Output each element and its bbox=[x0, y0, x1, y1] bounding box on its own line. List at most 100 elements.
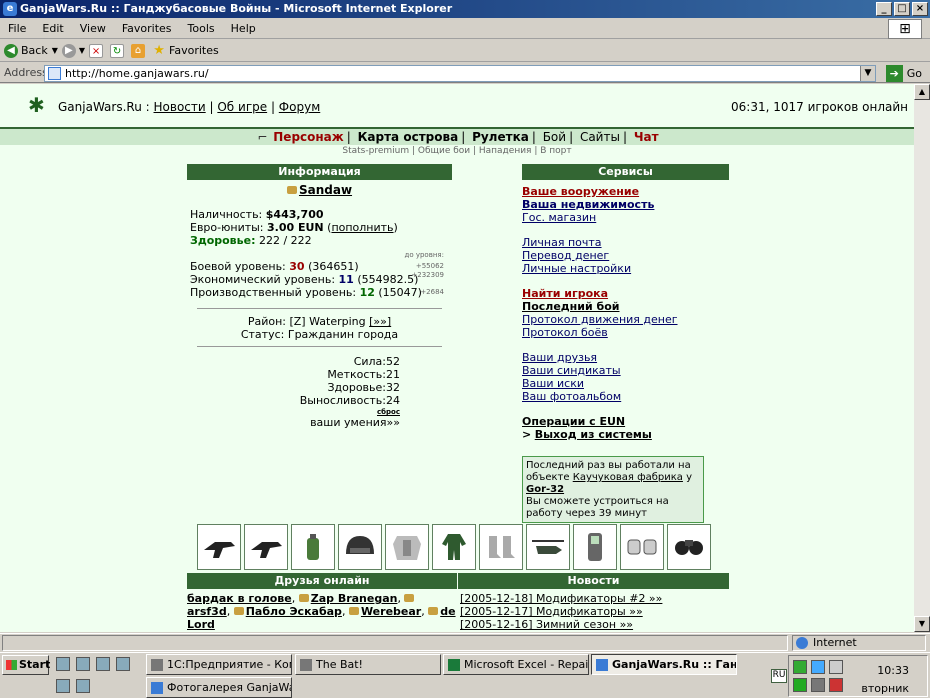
boots-icon[interactable] bbox=[479, 524, 523, 570]
news-link[interactable]: [2005-12-17] Модификаторы »» bbox=[460, 605, 729, 618]
top-up-link[interactable]: пополнить bbox=[331, 221, 393, 234]
nav-news-link[interactable]: Новости bbox=[154, 100, 206, 114]
address-input[interactable]: http://home.ganjawars.ru/ ▼ bbox=[44, 65, 876, 82]
refresh-button[interactable]: ↻ bbox=[110, 43, 127, 58]
nav-battle-link[interactable]: Бой bbox=[543, 130, 566, 144]
favorites-button[interactable]: ★ Favorites bbox=[152, 43, 219, 58]
scroll-up-button[interactable]: ▲ bbox=[914, 84, 930, 100]
nav-sites-link[interactable]: Сайты bbox=[580, 130, 620, 144]
menu-edit[interactable]: Edit bbox=[34, 22, 71, 35]
stop-button[interactable]: × bbox=[89, 43, 106, 58]
ie-quicklaunch-icon[interactable] bbox=[56, 657, 70, 671]
language-indicator[interactable]: RU bbox=[771, 669, 787, 683]
minimize-button[interactable]: _ bbox=[876, 2, 892, 16]
menu-view[interactable]: View bbox=[72, 22, 114, 35]
username-link[interactable]: Sandaw bbox=[299, 183, 352, 197]
lawsuits-link[interactable]: Ваши иски bbox=[522, 377, 729, 390]
news-link[interactable]: [2005-12-18] Модификаторы #2 »» bbox=[460, 592, 729, 605]
p90-icon[interactable] bbox=[197, 524, 241, 570]
armor-icon[interactable] bbox=[385, 524, 429, 570]
vertical-scrollbar[interactable]: ▲ ▼ bbox=[914, 84, 930, 632]
suit-icon[interactable] bbox=[432, 524, 476, 570]
nav-forum-link[interactable]: Форум bbox=[279, 100, 320, 114]
outlook-quicklaunch-icon[interactable] bbox=[76, 657, 90, 671]
helmet-icon[interactable] bbox=[338, 524, 382, 570]
nav-map-link[interactable]: Карта острова bbox=[358, 130, 459, 144]
helicopter-icon[interactable] bbox=[526, 524, 570, 570]
weapons-link[interactable]: Ваше вооружение bbox=[522, 185, 729, 198]
tray-icon[interactable] bbox=[829, 678, 843, 692]
app-quicklaunch-icon[interactable] bbox=[116, 657, 130, 671]
menu-tools[interactable]: Tools bbox=[180, 22, 223, 35]
task-ganjawars[interactable]: GanjaWars.Ru :: Ганд... bbox=[591, 654, 737, 675]
stat-name: Меткость: bbox=[327, 368, 386, 381]
globe-icon bbox=[796, 637, 808, 649]
tray-icon[interactable] bbox=[793, 678, 807, 692]
district-link[interactable]: [»»] bbox=[369, 315, 391, 328]
tray-icon[interactable] bbox=[811, 678, 825, 692]
nav-about-link[interactable]: Об игре bbox=[217, 100, 267, 114]
stat-row: Меткость:21 bbox=[187, 368, 452, 381]
stat-name: Здоровье: bbox=[327, 381, 386, 394]
close-button[interactable]: × bbox=[912, 2, 928, 16]
friend-link[interactable]: бардак в голове bbox=[187, 592, 292, 605]
tray-icon[interactable] bbox=[793, 660, 807, 674]
skills-link[interactable]: ваши умения»» bbox=[310, 416, 400, 429]
eun-link[interactable]: Операции с EUN bbox=[522, 415, 729, 428]
grenade-icon[interactable] bbox=[291, 524, 335, 570]
back-button[interactable]: ◀ Back ▼ bbox=[4, 43, 58, 58]
home-button[interactable]: ⌂ bbox=[131, 43, 148, 58]
owner-link[interactable]: Gor-32 bbox=[526, 484, 564, 495]
task-thebat[interactable]: The Bat! bbox=[295, 654, 441, 675]
menu-help[interactable]: Help bbox=[223, 22, 264, 35]
friend-link[interactable]: Werebear bbox=[361, 605, 421, 618]
start-button[interactable]: Start bbox=[2, 655, 50, 675]
task-excel[interactable]: Microsoft Excel - Repair.... bbox=[443, 654, 589, 675]
settings-link[interactable]: Личные настройки bbox=[522, 262, 729, 275]
task-photogallery[interactable]: Фотогалерея GanjaWar... bbox=[146, 677, 292, 698]
nav-character-link[interactable]: Персонаж bbox=[273, 130, 343, 144]
maximize-button[interactable]: □ bbox=[894, 2, 910, 16]
goggles-icon[interactable] bbox=[667, 524, 711, 570]
friend-link[interactable]: Zap Branegan bbox=[311, 592, 398, 605]
task-1c[interactable]: 1С:Предприятие - Комп... bbox=[146, 654, 292, 675]
logout-link[interactable]: Выход из системы bbox=[535, 428, 652, 441]
scroll-down-button[interactable]: ▼ bbox=[914, 616, 930, 632]
tray-icon[interactable] bbox=[829, 660, 843, 674]
friend-link[interactable]: arsf3d bbox=[187, 605, 227, 618]
battle-log-link[interactable]: Протокол боёв bbox=[522, 326, 729, 339]
tray-icon[interactable] bbox=[811, 660, 825, 674]
nav-roulette-link[interactable]: Рулетка bbox=[472, 130, 529, 144]
property-link[interactable]: Ваша недвижимость bbox=[522, 198, 729, 211]
windows-flag-icon bbox=[6, 660, 17, 670]
reset-link[interactable]: сброс bbox=[377, 408, 400, 416]
clock-time[interactable]: 10:33 bbox=[877, 664, 909, 677]
friends-link[interactable]: Ваши друзья bbox=[522, 351, 729, 364]
photoalbum-link[interactable]: Ваш фотоальбом bbox=[522, 390, 729, 403]
desktop-quicklaunch-icon[interactable] bbox=[96, 657, 110, 671]
app-quicklaunch-icon[interactable] bbox=[76, 679, 90, 693]
menu-file[interactable]: File bbox=[0, 22, 34, 35]
nav-chat-link[interactable]: Чат bbox=[634, 130, 659, 144]
find-player-link[interactable]: Найти игрока bbox=[522, 287, 729, 300]
p90-icon[interactable] bbox=[244, 524, 288, 570]
last-battle-link[interactable]: Последний бой bbox=[522, 300, 729, 313]
news-link[interactable]: [2005-12-16] Зимний сезон »» bbox=[460, 618, 729, 631]
go-button[interactable]: ➔ Go bbox=[885, 65, 922, 82]
forward-button[interactable]: ▶ ▼ bbox=[61, 43, 85, 58]
sub-nav[interactable]: Stats-premium | Общие бои | Нападения | … bbox=[0, 146, 914, 156]
ie-icon bbox=[596, 659, 608, 671]
gov-shop-link[interactable]: Гос. магазин bbox=[522, 211, 729, 224]
address-dropdown-button[interactable]: ▼ bbox=[860, 66, 875, 81]
phone-icon[interactable] bbox=[573, 524, 617, 570]
money-log-link[interactable]: Протокол движения денег bbox=[522, 313, 729, 326]
mail-link[interactable]: Личная почта bbox=[522, 236, 729, 249]
app-quicklaunch-icon[interactable] bbox=[56, 679, 70, 693]
app-icon bbox=[300, 659, 312, 671]
friend-link[interactable]: Пабло Эскабар bbox=[246, 605, 342, 618]
menu-favorites[interactable]: Favorites bbox=[114, 22, 180, 35]
transfer-link[interactable]: Перевод денег bbox=[522, 249, 729, 262]
syndicates-link[interactable]: Ваши синдикаты bbox=[522, 364, 729, 377]
workplace-link[interactable]: Каучуковая фабрика bbox=[573, 472, 683, 483]
pads-icon[interactable] bbox=[620, 524, 664, 570]
